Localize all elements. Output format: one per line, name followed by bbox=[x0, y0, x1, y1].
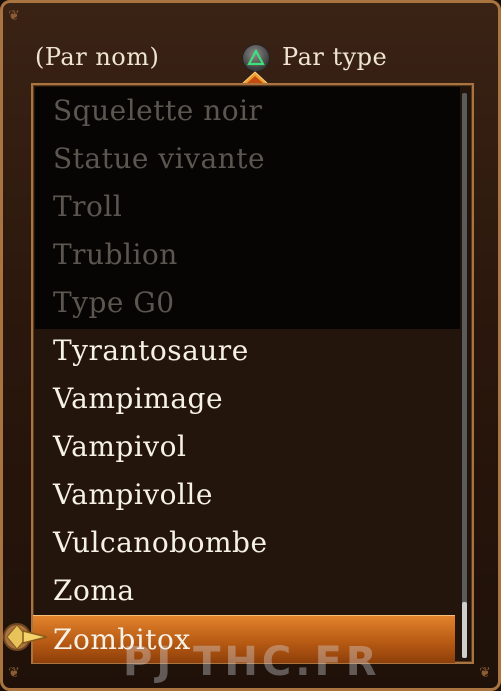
list-item[interactable]: Vampimage bbox=[33, 375, 455, 423]
sort-by-type-option[interactable]: Par type bbox=[282, 43, 387, 71]
list-item[interactable]: Trublion bbox=[33, 231, 455, 279]
sort-header: (Par nom) Par type bbox=[3, 37, 498, 85]
list-item[interactable]: Zoma bbox=[33, 567, 455, 615]
corner-ornament-icon: ❦ bbox=[479, 665, 491, 681]
watermark: PJ THC.FR bbox=[123, 639, 381, 685]
corner-ornament-icon: ❦ bbox=[8, 665, 20, 681]
scrollbar-thumb[interactable] bbox=[462, 602, 467, 658]
list-item[interactable]: Vulcanobombe bbox=[33, 519, 455, 567]
triangle-button-icon[interactable] bbox=[243, 45, 269, 71]
monster-list-window: ❦ ❦ ❦ (Par nom) Par type Squelette noir S… bbox=[0, 0, 501, 691]
list-item[interactable]: Vampivolle bbox=[33, 471, 455, 519]
selection-pointer-icon bbox=[3, 623, 48, 651]
list-item[interactable]: Squelette noir bbox=[33, 87, 455, 135]
list-item[interactable]: Troll bbox=[33, 183, 455, 231]
triangle-glyph-icon bbox=[247, 49, 265, 66]
scrollbar-track[interactable] bbox=[462, 93, 467, 658]
list-item[interactable]: Type G0 bbox=[33, 279, 455, 327]
list-item[interactable]: Tyrantosaure bbox=[33, 327, 455, 375]
sort-by-name-option[interactable]: (Par nom) bbox=[35, 43, 159, 71]
monster-list: Squelette noir Statue vivante Troll Trublio… bbox=[31, 83, 474, 664]
corner-ornament-icon: ❦ bbox=[8, 8, 20, 24]
list-item[interactable]: Vampivol bbox=[33, 423, 455, 471]
list-item[interactable]: Statue vivante bbox=[33, 135, 455, 183]
